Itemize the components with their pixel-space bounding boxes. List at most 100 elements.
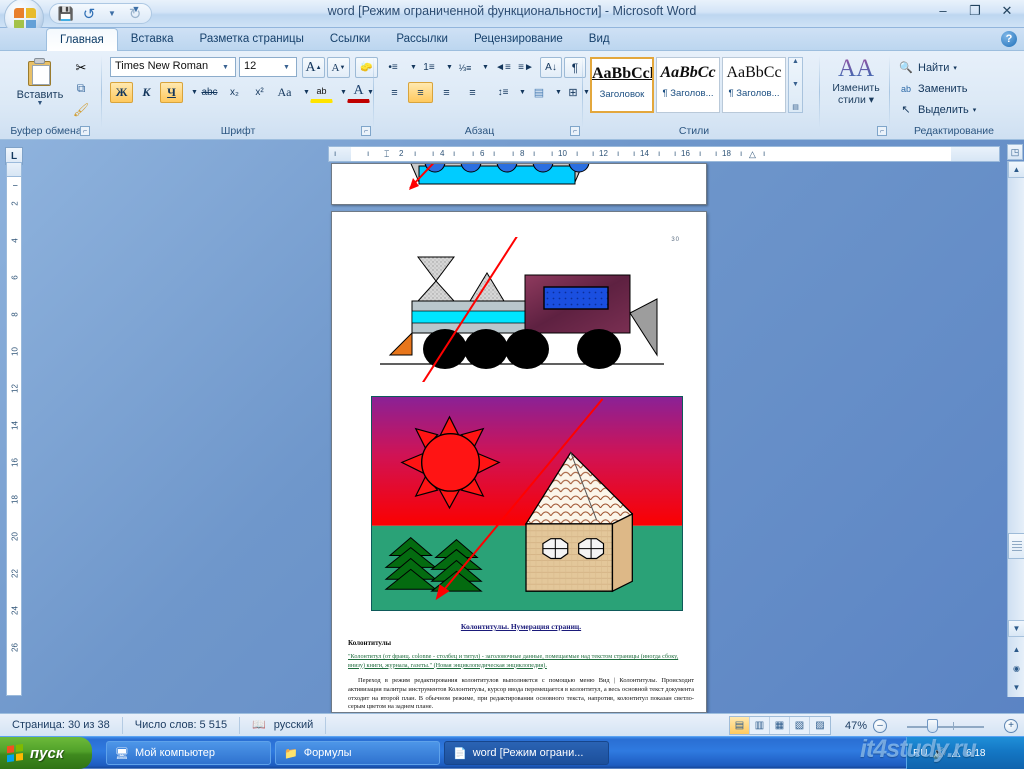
- paste-dropdown-arrow[interactable]: ▼: [37, 101, 44, 107]
- vertical-scrollbar[interactable]: ▲ ▼ ▲ ◉ ▼: [1007, 161, 1024, 697]
- style-gallery-item-heading2[interactable]: AaBbCc ¶ Заголов...: [722, 57, 786, 113]
- find-label: Найти: [918, 62, 949, 74]
- align-right-icon[interactable]: ≡: [434, 82, 459, 103]
- taskbar-item-formulas[interactable]: 📁 Формулы: [275, 741, 440, 765]
- outline-view-button[interactable]: ▧: [790, 717, 810, 734]
- scroll-up-button[interactable]: ▲: [1008, 161, 1024, 178]
- help-icon[interactable]: ?: [1001, 31, 1017, 47]
- align-left-icon[interactable]: ≡: [382, 82, 407, 103]
- paste-button[interactable]: Вставить ▼: [12, 56, 68, 118]
- document-page-current[interactable]: 30: [331, 211, 707, 713]
- tab-view[interactable]: Вид: [576, 28, 623, 51]
- ruler-tick: 8: [520, 149, 524, 158]
- style-caption: ¶ Заголов...: [723, 88, 785, 99]
- format-painter-icon[interactable]: 🖌: [70, 100, 92, 119]
- italic-button[interactable]: К: [135, 82, 158, 103]
- bullets-icon[interactable]: •≡: [382, 57, 404, 78]
- document-page-previous[interactable]: [331, 163, 707, 205]
- paragraph-dialog-launcher[interactable]: ⌐: [570, 126, 580, 136]
- decrease-indent-icon[interactable]: ◄≡: [492, 57, 514, 78]
- vertical-ruler[interactable]: ı 2 4 6 8 10 12 14 16 18 20 22 24 26: [6, 176, 22, 696]
- subscript-button[interactable]: x₂: [223, 82, 246, 103]
- tray-language-indicator[interactable]: RU: [913, 748, 927, 759]
- tab-mailings[interactable]: Рассылки: [383, 28, 461, 51]
- increase-indent-icon[interactable]: ≡►: [515, 57, 537, 78]
- tab-page-layout[interactable]: Разметка страницы: [187, 28, 317, 51]
- taskbar: пуск 🖥 Мой компьютер 📁 Формулы 📄 word [Р…: [0, 736, 1024, 768]
- tray-clock[interactable]: 6:18: [966, 748, 985, 759]
- full-screen-reading-view-button[interactable]: ▥: [750, 717, 770, 734]
- superscript-button[interactable]: x²: [248, 82, 271, 103]
- styles-dialog-launcher[interactable]: ⌐: [877, 126, 887, 136]
- bold-button[interactable]: Ж: [110, 82, 133, 103]
- clear-formatting-icon[interactable]: 🧽: [355, 57, 378, 78]
- system-tray: RU 🔊 ⚠ 6:18: [906, 737, 1024, 769]
- tab-review[interactable]: Рецензирование: [461, 28, 576, 51]
- horizontal-ruler[interactable]: ı ı ⌶ 2 ı ı 4 ı ı 6 ı ı 8 ı ı 10 ı ı 12 …: [328, 146, 1000, 162]
- status-word-count[interactable]: Число слов: 5 515: [123, 717, 240, 734]
- zoom-slider[interactable]: [893, 718, 998, 734]
- underline-button[interactable]: Ч: [160, 82, 183, 103]
- line-spacing-icon[interactable]: ↕≡: [492, 82, 514, 103]
- document-text-block[interactable]: Колонтитулы. Нумерация страниц. Колонтит…: [348, 622, 694, 712]
- scrollbar-thumb[interactable]: [1008, 533, 1024, 559]
- maximize-button[interactable]: ❐: [964, 3, 986, 19]
- select-button[interactable]: ↖ Выделить ▾: [898, 100, 976, 119]
- tab-references[interactable]: Ссылки: [317, 28, 384, 51]
- find-dropdown-icon[interactable]: ▾: [953, 64, 957, 72]
- close-button[interactable]: ✕: [996, 3, 1018, 19]
- cursor-arrow-icon: ↖: [898, 102, 914, 118]
- style-gallery-item-heading[interactable]: AaBbCcl Заголовок: [590, 57, 654, 113]
- grow-font-icon[interactable]: A▲: [302, 57, 325, 78]
- multilevel-list-icon[interactable]: ⅓≡: [454, 57, 476, 78]
- tray-volume-icon[interactable]: 🔊: [932, 747, 946, 760]
- select-dropdown-icon[interactable]: ▾: [973, 106, 977, 114]
- change-styles-button[interactable]: AA Изменить стили ▾: [826, 56, 886, 118]
- select-browse-object-button[interactable]: ◳: [1007, 144, 1023, 160]
- status-page-indicator[interactable]: Страница: 30 из 38: [0, 717, 123, 734]
- style-scroll-up-icon[interactable]: ▲: [792, 58, 799, 66]
- status-language[interactable]: 📖 русский: [240, 717, 326, 734]
- browse-object-button[interactable]: ◉: [1008, 660, 1024, 677]
- sort-icon[interactable]: A↓: [540, 57, 562, 78]
- taskbar-item-my-computer[interactable]: 🖥 Мой компьютер: [106, 741, 271, 765]
- copy-icon[interactable]: ⧉: [70, 79, 92, 98]
- zoom-out-button[interactable]: –: [873, 719, 887, 733]
- zoom-in-button[interactable]: +: [1004, 719, 1018, 733]
- zoom-slider-thumb[interactable]: [927, 719, 938, 733]
- strikethrough-button[interactable]: abc: [198, 82, 221, 103]
- web-layout-view-button[interactable]: ▦: [770, 717, 790, 734]
- style-gallery-scrollbar[interactable]: ▲ ▼ ▤: [788, 57, 803, 113]
- proofing-errors-icon[interactable]: 📖: [252, 717, 266, 734]
- align-center-icon[interactable]: ≡: [408, 82, 433, 103]
- style-gallery-item-heading1[interactable]: AaBbCc ¶ Заголов...: [656, 57, 720, 113]
- minimize-button[interactable]: –: [932, 3, 954, 19]
- scroll-down-button[interactable]: ▼: [1008, 620, 1024, 637]
- next-page-button[interactable]: ▼: [1008, 679, 1024, 696]
- taskbar-item-word[interactable]: 📄 word [Режим ограни...: [444, 741, 609, 765]
- word-icon: 📄: [453, 747, 467, 760]
- font-name-input[interactable]: Times New Roman: [110, 57, 236, 77]
- cut-icon[interactable]: ✂: [70, 58, 92, 77]
- tab-home[interactable]: Главная: [46, 28, 118, 51]
- font-dialog-launcher[interactable]: ⌐: [361, 126, 371, 136]
- shading-icon[interactable]: ▤: [528, 82, 550, 103]
- start-button[interactable]: пуск: [0, 737, 92, 769]
- tray-warning-icon[interactable]: ⚠: [951, 747, 961, 760]
- print-layout-view-button[interactable]: ▤: [730, 717, 750, 734]
- tab-insert[interactable]: Вставка: [118, 28, 187, 51]
- landscape-picture[interactable]: [371, 396, 683, 611]
- replace-button[interactable]: ab Заменить: [898, 79, 967, 98]
- justify-icon[interactable]: ≡: [460, 82, 485, 103]
- clipboard-dialog-launcher[interactable]: ⌐: [80, 126, 90, 136]
- style-gallery-more-icon[interactable]: ▤: [792, 104, 799, 112]
- shrink-font-icon[interactable]: A▼: [327, 57, 350, 78]
- text-highlight-icon[interactable]: ab: [310, 82, 333, 103]
- numbering-icon[interactable]: 1≡: [418, 57, 440, 78]
- style-scroll-down-icon[interactable]: ▼: [792, 81, 799, 89]
- draft-view-button[interactable]: ▨: [810, 717, 830, 734]
- zoom-level-label[interactable]: 47%: [837, 720, 867, 732]
- find-button[interactable]: 🔍 Найти ▾: [898, 58, 957, 77]
- previous-page-button[interactable]: ▲: [1008, 641, 1024, 658]
- change-case-button[interactable]: Aa: [273, 82, 296, 103]
